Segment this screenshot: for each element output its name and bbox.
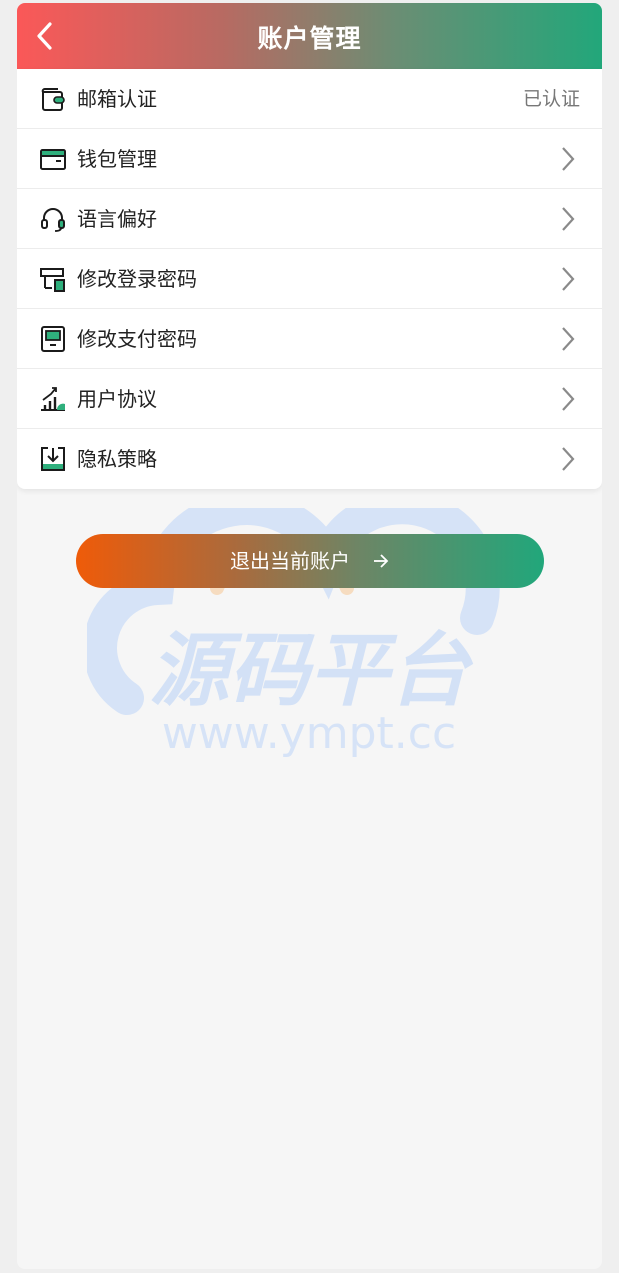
- watermark-url: www.ympt.cc: [162, 708, 456, 758]
- chevron-right-icon: [562, 387, 575, 411]
- logout-label: 退出当前账户: [230, 549, 350, 573]
- menu-item-wallet-management[interactable]: 钱包管理: [17, 129, 602, 189]
- menu-item-label: 隐私策略: [77, 447, 157, 471]
- device-icon: [41, 326, 65, 352]
- menu-item-label: 邮箱认证: [77, 87, 157, 111]
- chevron-right-icon: [562, 447, 575, 471]
- wallet-icon: [41, 88, 65, 111]
- chevron-right-icon: [562, 207, 575, 231]
- menu-item-label: 用户协议: [77, 387, 157, 411]
- page-title: 账户管理: [257, 24, 362, 53]
- menu-item-user-agreement[interactable]: 用户协议: [17, 369, 602, 429]
- arrow-right-icon: [374, 554, 389, 568]
- header-bar: 账户管理: [17, 3, 602, 69]
- menu-item-change-login-password[interactable]: 修改登录密码: [17, 249, 602, 309]
- verification-status: 已认证: [522, 88, 580, 110]
- menu-item-email-verification[interactable]: 邮箱认证 已认证: [17, 69, 602, 129]
- menu-item-language-preference[interactable]: 语言偏好: [17, 189, 602, 249]
- card-icon: [40, 149, 66, 170]
- menu-item-label: 修改登录密码: [77, 267, 197, 291]
- headset-icon: [41, 208, 65, 232]
- menu-item-privacy-policy[interactable]: 隐私策略: [17, 429, 602, 489]
- menu-item-label: 钱包管理: [77, 147, 157, 171]
- chevron-right-icon: [562, 327, 575, 351]
- chevron-right-icon: [562, 267, 575, 291]
- menu-item-label: 修改支付密码: [77, 327, 197, 351]
- chart-growth-icon: [41, 387, 65, 411]
- monitor-lock-icon: [40, 268, 65, 292]
- logout-button[interactable]: 退出当前账户: [76, 534, 544, 588]
- account-menu: 邮箱认证 已认证 钱包管理 语言偏好 修改登录密码 修改支付密码 用户协议 隐私…: [17, 69, 602, 489]
- watermark-brand: 源码平台: [149, 624, 474, 717]
- chevron-right-icon: [562, 147, 575, 171]
- download-tray-icon: [41, 447, 65, 471]
- app-screen: 账户管理 邮箱认证 已认证 钱包管理 语言偏好 修改登录密码 修改支付密码 用户…: [17, 3, 602, 1269]
- menu-item-label: 语言偏好: [77, 207, 157, 231]
- menu-item-change-payment-password[interactable]: 修改支付密码: [17, 309, 602, 369]
